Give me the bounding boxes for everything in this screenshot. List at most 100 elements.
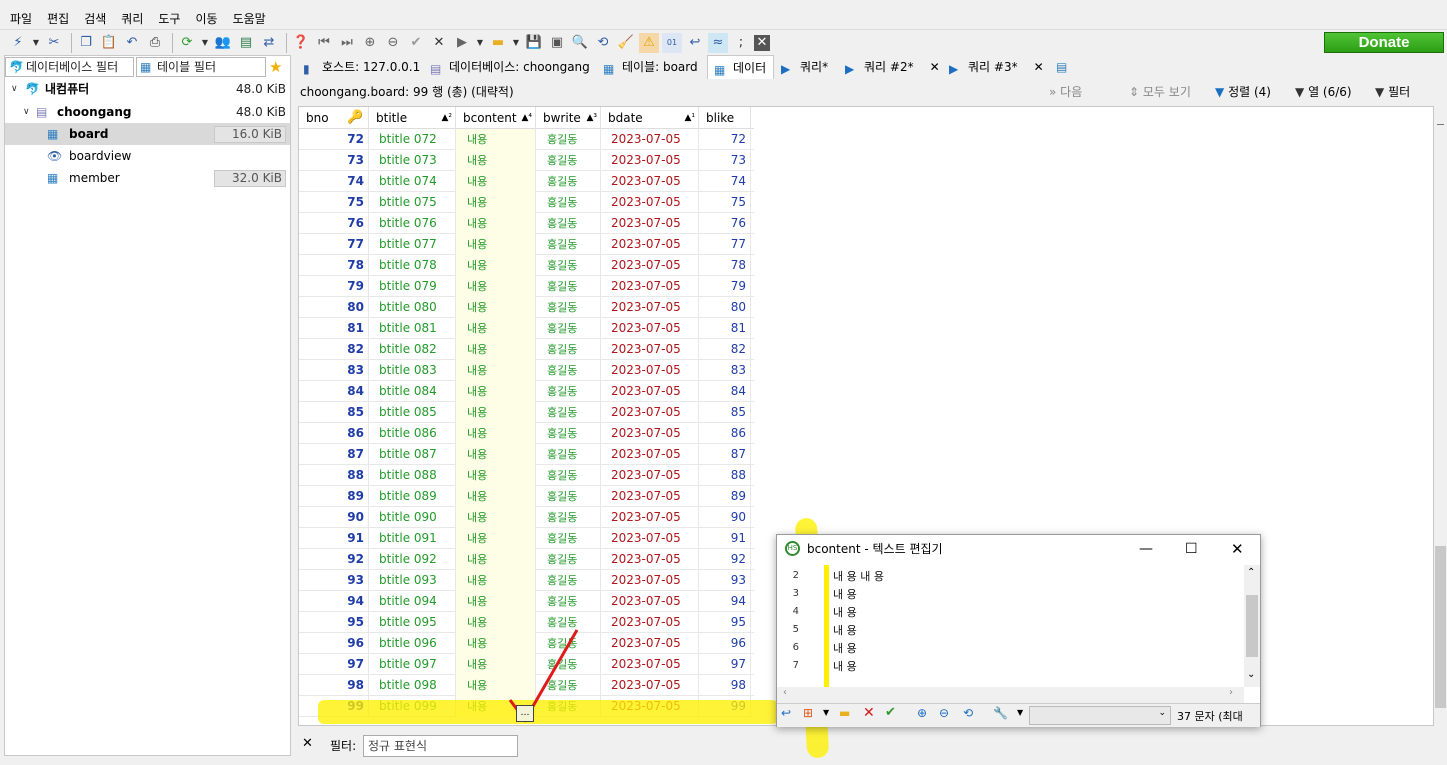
star-icon[interactable]: ★: [269, 58, 282, 76]
cell-bdate[interactable]: 2023-07-05: [601, 402, 699, 423]
cell-btitle[interactable]: btitle 083: [369, 360, 456, 381]
connect-icon[interactable]: ⚡: [8, 33, 28, 53]
cell-btitle[interactable]: btitle 096: [369, 633, 456, 654]
cell-bdate[interactable]: 2023-07-05: [601, 633, 699, 654]
zoom-out-icon[interactable]: ⊖: [939, 706, 949, 720]
apply-icon[interactable]: ✔: [885, 705, 896, 720]
table-row[interactable]: 91 btitle 091 내용 홍길동 2023-07-05 91: [299, 528, 754, 549]
tab-database[interactable]: ▤ 데이터베이스: choongang: [424, 55, 596, 79]
cell-blike[interactable]: 81: [699, 318, 751, 339]
cell-blike[interactable]: 87: [699, 444, 751, 465]
wrench-icon[interactable]: 🔧: [993, 706, 1008, 720]
table-row[interactable]: 93 btitle 093 내용 홍길동 2023-07-05 93: [299, 570, 754, 591]
wrap-icon[interactable]: ↩: [685, 33, 705, 53]
filter-button[interactable]: ▼ 필터: [1375, 80, 1410, 105]
cell-bno[interactable]: 97: [299, 654, 369, 675]
cell-bwrite[interactable]: 홍길동: [536, 465, 601, 486]
wrap-icon[interactable]: ↩: [781, 706, 791, 720]
cell-bcontent[interactable]: 내용: [456, 255, 536, 276]
table-row[interactable]: 84 btitle 084 내용 홍길동 2023-07-05 84: [299, 381, 754, 402]
table-row[interactable]: 92 btitle 092 내용 홍길동 2023-07-05 92: [299, 549, 754, 570]
tree-item-choongang[interactable]: ∨ ▤ choongang 48.0 KiB: [5, 101, 290, 123]
cell-bcontent[interactable]: 내용: [456, 129, 536, 150]
cancel-icon[interactable]: ✕: [429, 33, 449, 53]
cell-bcontent[interactable]: 내용: [456, 297, 536, 318]
save-icon[interactable]: 💾: [524, 33, 544, 53]
cell-bcontent[interactable]: 내용: [456, 339, 536, 360]
cell-blike[interactable]: 84: [699, 381, 751, 402]
cell-bdate[interactable]: 2023-07-05: [601, 612, 699, 633]
cell-bwrite[interactable]: 홍길동: [536, 423, 601, 444]
cell-bdate[interactable]: 2023-07-05: [601, 444, 699, 465]
menu-item[interactable]: 쿼리: [121, 10, 143, 27]
next-button[interactable]: » 다음: [1049, 80, 1082, 105]
cell-btitle[interactable]: btitle 079: [369, 276, 456, 297]
cell-bdate[interactable]: 2023-07-05: [601, 591, 699, 612]
cell-bdate[interactable]: 2023-07-05: [601, 255, 699, 276]
semicolon-icon[interactable]: ;: [731, 33, 751, 53]
cell-bno[interactable]: 92: [299, 549, 369, 570]
close-icon[interactable]: ✕: [1231, 535, 1244, 563]
format-icon[interactable]: ≈: [708, 32, 728, 53]
cell-blike[interactable]: 91: [699, 528, 751, 549]
chevron-left-icon[interactable]: ‹: [783, 687, 787, 698]
cell-bno[interactable]: 83: [299, 360, 369, 381]
cell-bno[interactable]: 73: [299, 150, 369, 171]
cell-bno[interactable]: 95: [299, 612, 369, 633]
table-row[interactable]: 73 btitle 073 내용 홍길동 2023-07-05 73: [299, 150, 754, 171]
cell-btitle[interactable]: btitle 091: [369, 528, 456, 549]
table-row[interactable]: 90 btitle 090 내용 홍길동 2023-07-05 90: [299, 507, 754, 528]
cell-btitle[interactable]: btitle 075: [369, 192, 456, 213]
tab-host[interactable]: ▮ 호스트: 127.0.0.1: [297, 55, 423, 79]
menu-item[interactable]: 검색: [84, 10, 106, 27]
save-as-icon[interactable]: ▣: [547, 33, 567, 53]
cell-blike[interactable]: 90: [699, 507, 751, 528]
cell-bwrite[interactable]: 홍길동: [536, 213, 601, 234]
help-icon[interactable]: ❓: [291, 33, 311, 53]
cell-btitle[interactable]: btitle 073: [369, 150, 456, 171]
donate-button[interactable]: Donate: [1324, 32, 1444, 53]
cell-btitle[interactable]: btitle 076: [369, 213, 456, 234]
cell-blike[interactable]: 76: [699, 213, 751, 234]
cell-bwrite[interactable]: 홍길동: [536, 591, 601, 612]
cell-bno[interactable]: 84: [299, 381, 369, 402]
table-row[interactable]: 89 btitle 089 내용 홍길동 2023-07-05 89: [299, 486, 754, 507]
cell-blike[interactable]: 92: [699, 549, 751, 570]
chevron-down-icon[interactable]: ⌄: [1247, 669, 1255, 680]
close-icon[interactable]: ✕: [930, 60, 940, 74]
cell-blike[interactable]: 88: [699, 465, 751, 486]
cell-bno[interactable]: 78: [299, 255, 369, 276]
cell-bno[interactable]: 80: [299, 297, 369, 318]
cell-blike[interactable]: 94: [699, 591, 751, 612]
cell-bno[interactable]: 76: [299, 213, 369, 234]
scroll-up-arrow[interactable]: [1437, 124, 1444, 130]
cell-bdate[interactable]: 2023-07-05: [601, 675, 699, 696]
cell-bwrite[interactable]: 홍길동: [536, 255, 601, 276]
dropdown-icon[interactable]: ▼: [200, 33, 210, 53]
cell-btitle[interactable]: btitle 080: [369, 297, 456, 318]
users-icon[interactable]: 👥: [213, 33, 233, 53]
chevron-up-icon[interactable]: ⌃: [1247, 567, 1255, 578]
database-filter-input[interactable]: 🐬 데이터베이스 필터: [5, 57, 134, 77]
dropdown-icon[interactable]: ▼: [31, 33, 41, 53]
export-icon[interactable]: ▤: [236, 33, 256, 53]
cell-bcontent[interactable]: 내용: [456, 549, 536, 570]
cell-bcontent[interactable]: 내용: [456, 234, 536, 255]
cell-blike[interactable]: 95: [699, 612, 751, 633]
cell-bwrite[interactable]: 홍길동: [536, 381, 601, 402]
tab-query-3[interactable]: ▶ 쿼리 #3* ✕: [943, 55, 1049, 79]
table-row[interactable]: 88 btitle 088 내용 홍길동 2023-07-05 88: [299, 465, 754, 486]
run-icon[interactable]: ▶: [452, 33, 472, 53]
ellipsis-edit-button[interactable]: …: [516, 705, 534, 722]
cell-bdate[interactable]: 2023-07-05: [601, 318, 699, 339]
cell-bno[interactable]: 86: [299, 423, 369, 444]
zoom-in-icon[interactable]: ⊕: [917, 706, 927, 720]
first-icon[interactable]: ⏮: [314, 33, 334, 53]
refresh-icon[interactable]: ⟳: [177, 33, 197, 53]
cell-blike[interactable]: 78: [699, 255, 751, 276]
cell-bdate[interactable]: 2023-07-05: [601, 549, 699, 570]
cell-blike[interactable]: 97: [699, 654, 751, 675]
disconnect-icon[interactable]: ✂: [44, 33, 64, 53]
sync-icon[interactable]: ⇄: [259, 33, 279, 53]
cell-blike[interactable]: 77: [699, 234, 751, 255]
